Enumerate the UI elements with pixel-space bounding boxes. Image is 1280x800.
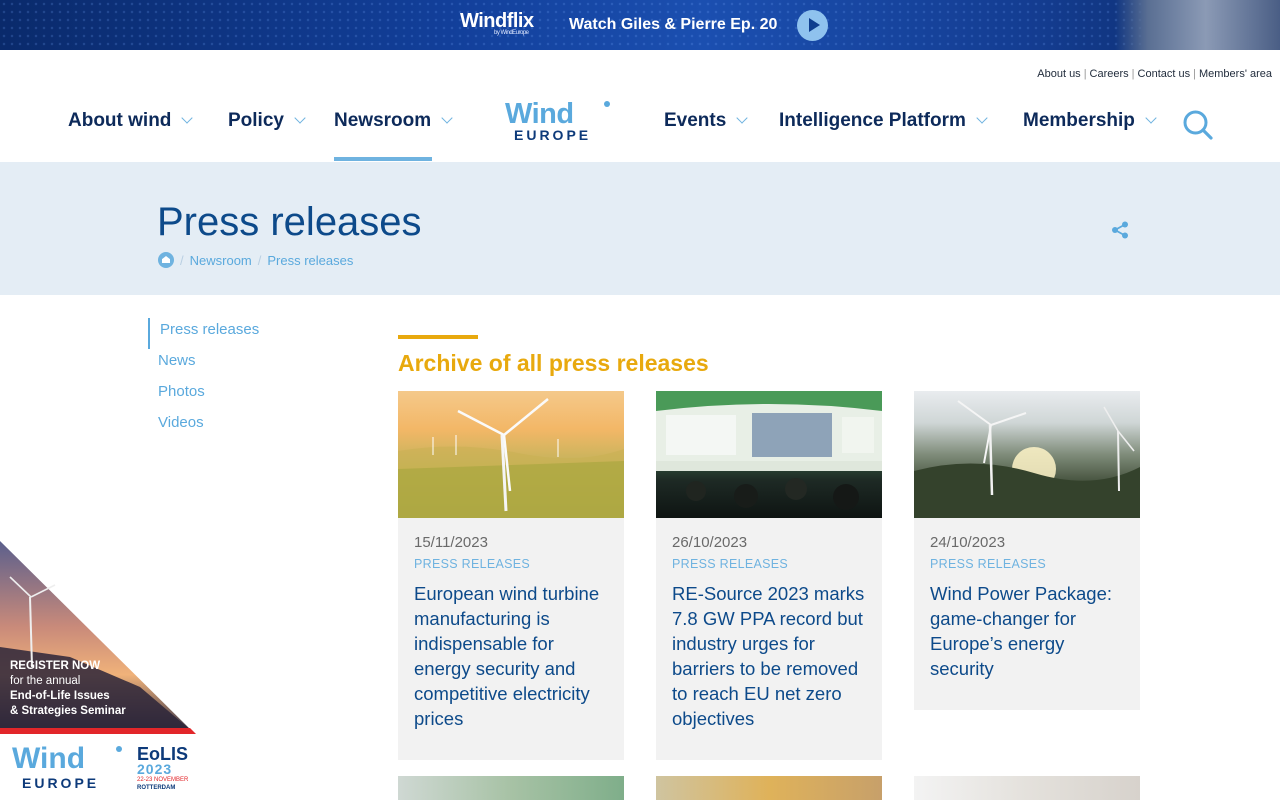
- card-category[interactable]: PRESS RELEASES: [414, 557, 608, 571]
- promo-line-3: End-of-Life Issues: [10, 690, 110, 702]
- card-title[interactable]: RE-Source 2023 marks 7.8 GW PPA record b…: [672, 581, 866, 731]
- card-image[interactable]: [656, 776, 882, 800]
- link-about-us[interactable]: About us: [1037, 68, 1080, 80]
- nav-policy[interactable]: Policy: [228, 110, 306, 132]
- windflix-banner[interactable]: Windflix by WindEurope Watch Giles & Pie…: [0, 0, 1280, 50]
- nav-newsroom[interactable]: Newsroom: [334, 110, 453, 132]
- card-image[interactable]: [656, 391, 882, 518]
- news-card[interactable]: 15/11/2023 PRESS RELEASES European wind …: [398, 391, 624, 760]
- logo-europe-text: EUROPE: [514, 127, 592, 143]
- promo-dates: 22-23 NOVEMBER: [137, 777, 189, 783]
- promo-brand-dot: [116, 746, 122, 752]
- promo-text: REGISTER NOW for the annual End-of-Life …: [10, 659, 126, 719]
- home-icon[interactable]: [158, 252, 174, 268]
- news-card[interactable]: 26/10/2023 PRESS RELEASES RE-Source 2023…: [656, 391, 882, 760]
- nav-about-wind[interactable]: About wind: [68, 110, 194, 132]
- chevron-down-icon: [976, 112, 988, 124]
- promo-line-4: & Strategies Seminar: [10, 705, 126, 717]
- nav-membership[interactable]: Membership: [1023, 110, 1157, 132]
- promo-brand-sub: EUROPE: [22, 775, 100, 791]
- chevron-down-icon: [1145, 112, 1157, 124]
- sidebar-item-videos[interactable]: Videos: [148, 411, 259, 442]
- windflix-logo-sub: by WindEurope: [494, 30, 529, 36]
- card-image[interactable]: [398, 391, 624, 518]
- card-image[interactable]: [914, 391, 1140, 518]
- logo-dot: [604, 101, 610, 107]
- nav-active-indicator: [334, 157, 432, 161]
- chevron-down-icon: [736, 112, 748, 124]
- nav-intelligence-platform[interactable]: Intelligence Platform: [779, 110, 988, 132]
- search-icon[interactable]: [1183, 110, 1213, 140]
- sidebar-item-photos[interactable]: Photos: [148, 380, 259, 411]
- breadcrumb: / Newsroom / Press releases: [158, 252, 353, 268]
- chevron-down-icon: [441, 112, 453, 124]
- link-careers[interactable]: Careers: [1090, 68, 1129, 80]
- nav-events[interactable]: Events: [664, 110, 748, 132]
- sidebar-nav: Press releases News Photos Videos: [148, 318, 259, 442]
- windeurope-logo[interactable]: Wind EUROPE: [505, 98, 615, 148]
- windflix-logo-text: Windflix: [460, 10, 534, 32]
- section-accent-bar: [398, 335, 478, 339]
- section-title: Archive of all press releases: [398, 350, 709, 376]
- breadcrumb-newsroom[interactable]: Newsroom: [190, 253, 252, 268]
- banner-image: [1115, 0, 1280, 50]
- sidebar-item-press-releases[interactable]: Press releases: [148, 318, 259, 349]
- eolis-promo-banner[interactable]: REGISTER NOW for the annual End-of-Life …: [0, 537, 270, 800]
- utility-links: About us | Careers | Contact us | Members' are…: [1037, 68, 1272, 80]
- chevron-down-icon: [294, 112, 306, 124]
- play-icon[interactable]: [797, 10, 828, 41]
- card-category[interactable]: PRESS RELEASES: [930, 557, 1124, 571]
- promo-line-1: REGISTER NOW: [10, 660, 101, 672]
- windflix-logo: Windflix by WindEurope: [460, 10, 534, 36]
- link-contact-us[interactable]: Contact us: [1138, 68, 1191, 80]
- promo-year: 2023: [137, 761, 173, 777]
- sidebar-item-news[interactable]: News: [148, 349, 259, 380]
- promo-brand: Wind: [12, 742, 86, 775]
- card-date: 24/10/2023: [930, 534, 1006, 551]
- card-date: 26/10/2023: [672, 534, 748, 551]
- link-members-area[interactable]: Members' area: [1199, 68, 1272, 80]
- page-title: Press releases: [157, 200, 422, 244]
- card-category[interactable]: PRESS RELEASES: [672, 557, 866, 571]
- card-image[interactable]: [914, 776, 1140, 800]
- share-icon[interactable]: [1111, 221, 1129, 239]
- promo-city: ROTTERDAM: [137, 785, 176, 791]
- card-title[interactable]: European wind turbine manufacturing is i…: [414, 581, 608, 731]
- card-title[interactable]: Wind Power Package: game-changer for Eur…: [930, 581, 1124, 681]
- card-image[interactable]: [398, 776, 624, 800]
- banner-watch-text[interactable]: Watch Giles & Pierre Ep. 20: [569, 16, 777, 34]
- promo-line-2: for the annual: [10, 675, 81, 687]
- news-card[interactable]: 24/10/2023 PRESS RELEASES Wind Power Pac…: [914, 391, 1140, 710]
- card-date: 15/11/2023: [414, 534, 488, 551]
- breadcrumb-press-releases[interactable]: Press releases: [267, 253, 353, 268]
- chevron-down-icon: [181, 112, 194, 124]
